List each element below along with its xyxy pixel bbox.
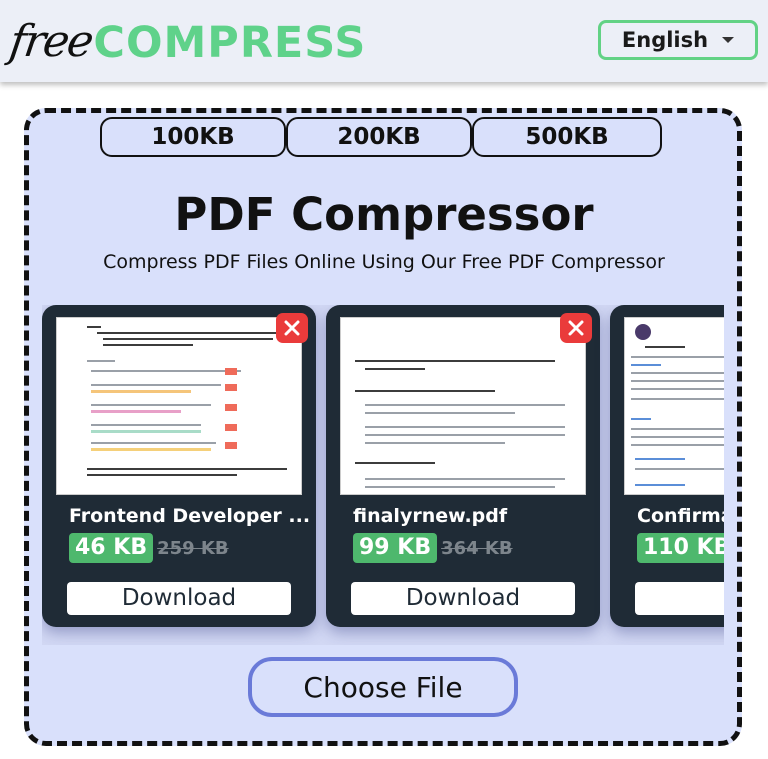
size-row: 46 KB 259 KB bbox=[69, 533, 229, 563]
close-icon bbox=[568, 320, 584, 336]
compressed-size-badge: 46 KB bbox=[69, 533, 154, 563]
chevron-down-icon bbox=[722, 37, 735, 43]
file-card: finalyrnew.pdf 99 KB 364 KB Download bbox=[326, 305, 600, 627]
files-carousel[interactable]: Frontend Developer ... 46 KB 259 KB Down… bbox=[42, 305, 724, 645]
page-title: PDF Compressor bbox=[174, 188, 594, 241]
file-card: Frontend Developer ... 46 KB 259 KB Down… bbox=[42, 305, 316, 627]
pdf-thumbnail bbox=[340, 317, 586, 495]
original-size: 364 KB bbox=[441, 537, 513, 559]
language-select[interactable]: English bbox=[598, 20, 758, 60]
download-button[interactable]: Download bbox=[67, 582, 291, 615]
logo-bold-text: COMPRESS bbox=[93, 18, 367, 68]
file-name: finalyrnew.pdf bbox=[353, 505, 508, 527]
seal-icon bbox=[635, 324, 651, 340]
header: free COMPRESS English bbox=[0, 0, 768, 82]
download-button[interactable]: Download bbox=[351, 582, 575, 615]
file-name: Confirma bbox=[637, 505, 724, 527]
size-presets: 100KB 200KB 500KB bbox=[100, 117, 662, 157]
pdf-thumbnail bbox=[624, 317, 724, 495]
pdf-thumbnail bbox=[56, 317, 302, 495]
compressed-size-badge: 99 KB bbox=[353, 533, 438, 563]
original-size: 259 KB bbox=[157, 537, 229, 559]
remove-file-button[interactable] bbox=[560, 313, 592, 343]
remove-file-button[interactable] bbox=[276, 313, 308, 343]
compressed-size-badge: 110 KB bbox=[637, 533, 724, 563]
logo-script-text: free bbox=[6, 16, 96, 67]
download-button[interactable]: Dov bbox=[635, 582, 724, 615]
close-icon bbox=[284, 320, 300, 336]
choose-file-button[interactable]: Choose File bbox=[248, 657, 518, 717]
file-card: Confirma 110 KB Dov bbox=[610, 305, 724, 627]
preset-100kb-button[interactable]: 100KB bbox=[100, 117, 286, 157]
size-row: 99 KB 364 KB bbox=[353, 533, 513, 563]
size-row: 110 KB bbox=[637, 533, 724, 563]
preset-200kb-button[interactable]: 200KB bbox=[286, 117, 472, 157]
language-label: English bbox=[621, 28, 709, 52]
preset-500kb-button[interactable]: 500KB bbox=[472, 117, 662, 157]
page-subtitle: Compress PDF Files Online Using Our Free… bbox=[103, 251, 665, 273]
logo[interactable]: free COMPRESS bbox=[6, 6, 367, 72]
file-name: Frontend Developer ... bbox=[69, 505, 309, 527]
